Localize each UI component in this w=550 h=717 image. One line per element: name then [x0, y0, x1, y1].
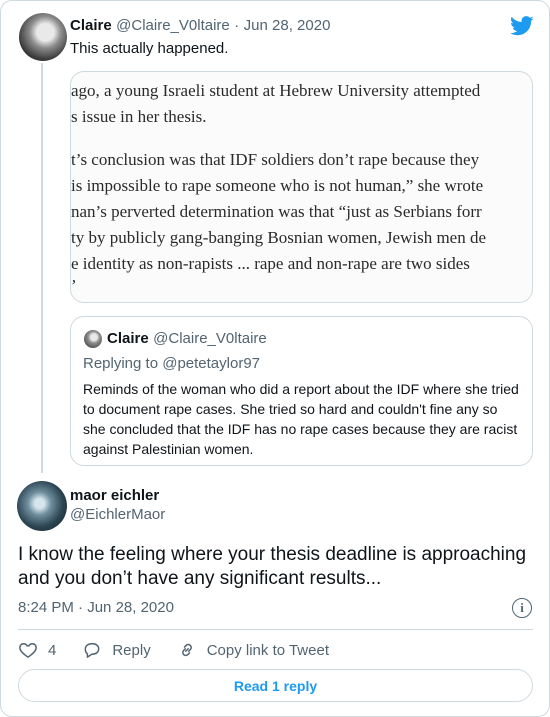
main-tweet-text: I know the feeling where your thesis dea…	[18, 544, 527, 589]
quoted-author-handle[interactable]: @Claire_V0ltaire	[116, 17, 230, 34]
nested-quote-text: Reminds of the woman who did a report ab…	[83, 381, 519, 457]
header-separator: ·	[234, 17, 240, 34]
media-text-line: nan’s perverted determination was that “…	[71, 202, 482, 221]
nested-author-handle: @Claire_V0ltaire	[153, 330, 267, 347]
quoted-tweet-text: This actually happened.	[70, 40, 229, 57]
tweet-date: Jun 28, 2020	[87, 599, 174, 616]
speech-bubble-icon	[84, 643, 100, 658]
reply-label: Reply	[112, 641, 151, 659]
twitter-bird-icon[interactable]	[510, 15, 534, 37]
quoted-author-name[interactable]: Claire	[70, 17, 112, 34]
tweet-embed-card: Claire @Claire_V0ltaire · Jun 28, 2020 T…	[0, 0, 550, 717]
nested-author-name: Claire	[107, 330, 149, 347]
replying-to-label: Replying to	[83, 355, 159, 372]
quoted-tweet-date[interactable]: Jun 28, 2020	[244, 17, 331, 34]
main-author-name[interactable]: maor eichler	[70, 487, 165, 504]
media-text-line: is impossible to rape someone who is not…	[71, 176, 484, 195]
media-text-line: t’s conclusion was that IDF soldiers don…	[71, 150, 480, 169]
info-icon[interactable]: i	[512, 598, 532, 618]
main-tweet-header: maor eichler @EichlerMaor	[70, 487, 165, 523]
tweet-image[interactable]: ago, a young Israeli student at Hebrew U…	[70, 71, 533, 303]
read-replies-button[interactable]: Read 1 reply	[18, 669, 533, 702]
main-author-handle[interactable]: @EichlerMaor	[70, 506, 165, 523]
media-text-line: ’	[71, 276, 77, 295]
like-button[interactable]: 4	[18, 640, 56, 660]
media-text-line: s issue in her thesis.	[71, 107, 207, 126]
tweet-time: 8:24 PM	[18, 599, 74, 616]
reply-button[interactable]: Reply	[82, 640, 151, 660]
nested-quote-header: Claire @Claire_V0ltaire	[107, 330, 267, 348]
heart-icon	[19, 642, 37, 658]
copy-link-label: Copy link to Tweet	[206, 641, 329, 659]
media-text-line: ty by publicly gang-banging Bosnian wome…	[71, 228, 487, 247]
replying-to-line: Replying to @petetaylor97	[83, 355, 260, 372]
quoted-tweet-header: Claire @Claire_V0ltaire · Jun 28, 2020	[70, 17, 330, 35]
avatar-claire[interactable]	[19, 13, 67, 61]
tweet-timestamp[interactable]: 8:24 PM · Jun 28, 2020	[18, 599, 174, 616]
replying-to-handle[interactable]: @petetaylor97	[162, 355, 260, 372]
avatar-claire-small	[84, 330, 102, 348]
copy-link-button[interactable]: Copy link to Tweet	[177, 640, 329, 660]
action-bar: 4 Reply Copy link to Tweet	[18, 639, 355, 661]
link-icon	[181, 643, 192, 657]
media-text-line: e identity as non-rapists ... rape and n…	[71, 254, 470, 273]
media-text-line: ago, a young Israeli student at Hebrew U…	[71, 81, 481, 100]
meta-separator: ·	[78, 599, 84, 616]
like-count: 4	[48, 641, 57, 659]
avatar-maor[interactable]	[17, 481, 67, 531]
nested-quote-tweet[interactable]: Claire @Claire_V0ltaire Replying to @pet…	[70, 316, 533, 466]
divider	[18, 629, 533, 630]
thread-connector-line	[41, 63, 43, 473]
